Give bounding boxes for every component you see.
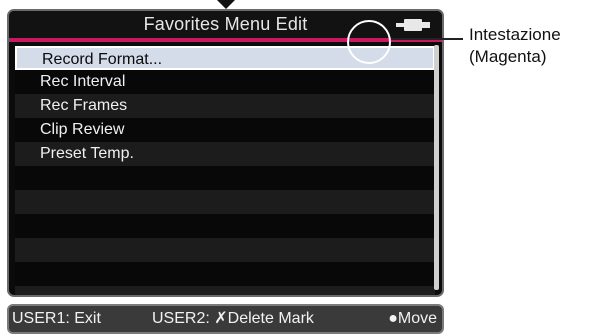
callout-label: Intestazione (Magenta) <box>469 24 561 68</box>
menu-list: Record Format... Rec Interval Rec Frames… <box>15 46 435 295</box>
menu-item-empty <box>15 286 435 295</box>
user1-exit-hint: USER1: Exit <box>12 310 101 327</box>
user2-delete-mark-hint: USER2: ✗Delete Mark <box>152 310 314 327</box>
down-arrow-icon <box>217 0 235 9</box>
menu-item-empty <box>15 214 435 238</box>
callout-label-line1: Intestazione <box>469 25 561 44</box>
menu-item-clip-review[interactable]: Clip Review <box>15 118 435 142</box>
callout-leader-line <box>391 38 463 40</box>
menu-item-rec-frames[interactable]: Rec Frames <box>15 94 435 118</box>
battery-plug-icon <box>396 18 430 32</box>
scrollbar[interactable] <box>434 45 439 290</box>
menu-item-empty <box>15 166 435 190</box>
menu-item-rec-interval[interactable]: Rec Interval <box>15 70 435 94</box>
menu-item-preset-temp[interactable]: Preset Temp. <box>15 142 435 166</box>
move-hint: ●Move <box>388 310 437 327</box>
menu-item-empty <box>15 190 435 214</box>
button-guide-bar: USER1: Exit USER2: ✗Delete Mark ●Move <box>7 304 444 334</box>
menu-item-empty <box>15 262 435 286</box>
highlight-circle <box>347 20 391 64</box>
menu-item-empty <box>15 238 435 262</box>
callout-label-line2: (Magenta) <box>469 47 547 66</box>
